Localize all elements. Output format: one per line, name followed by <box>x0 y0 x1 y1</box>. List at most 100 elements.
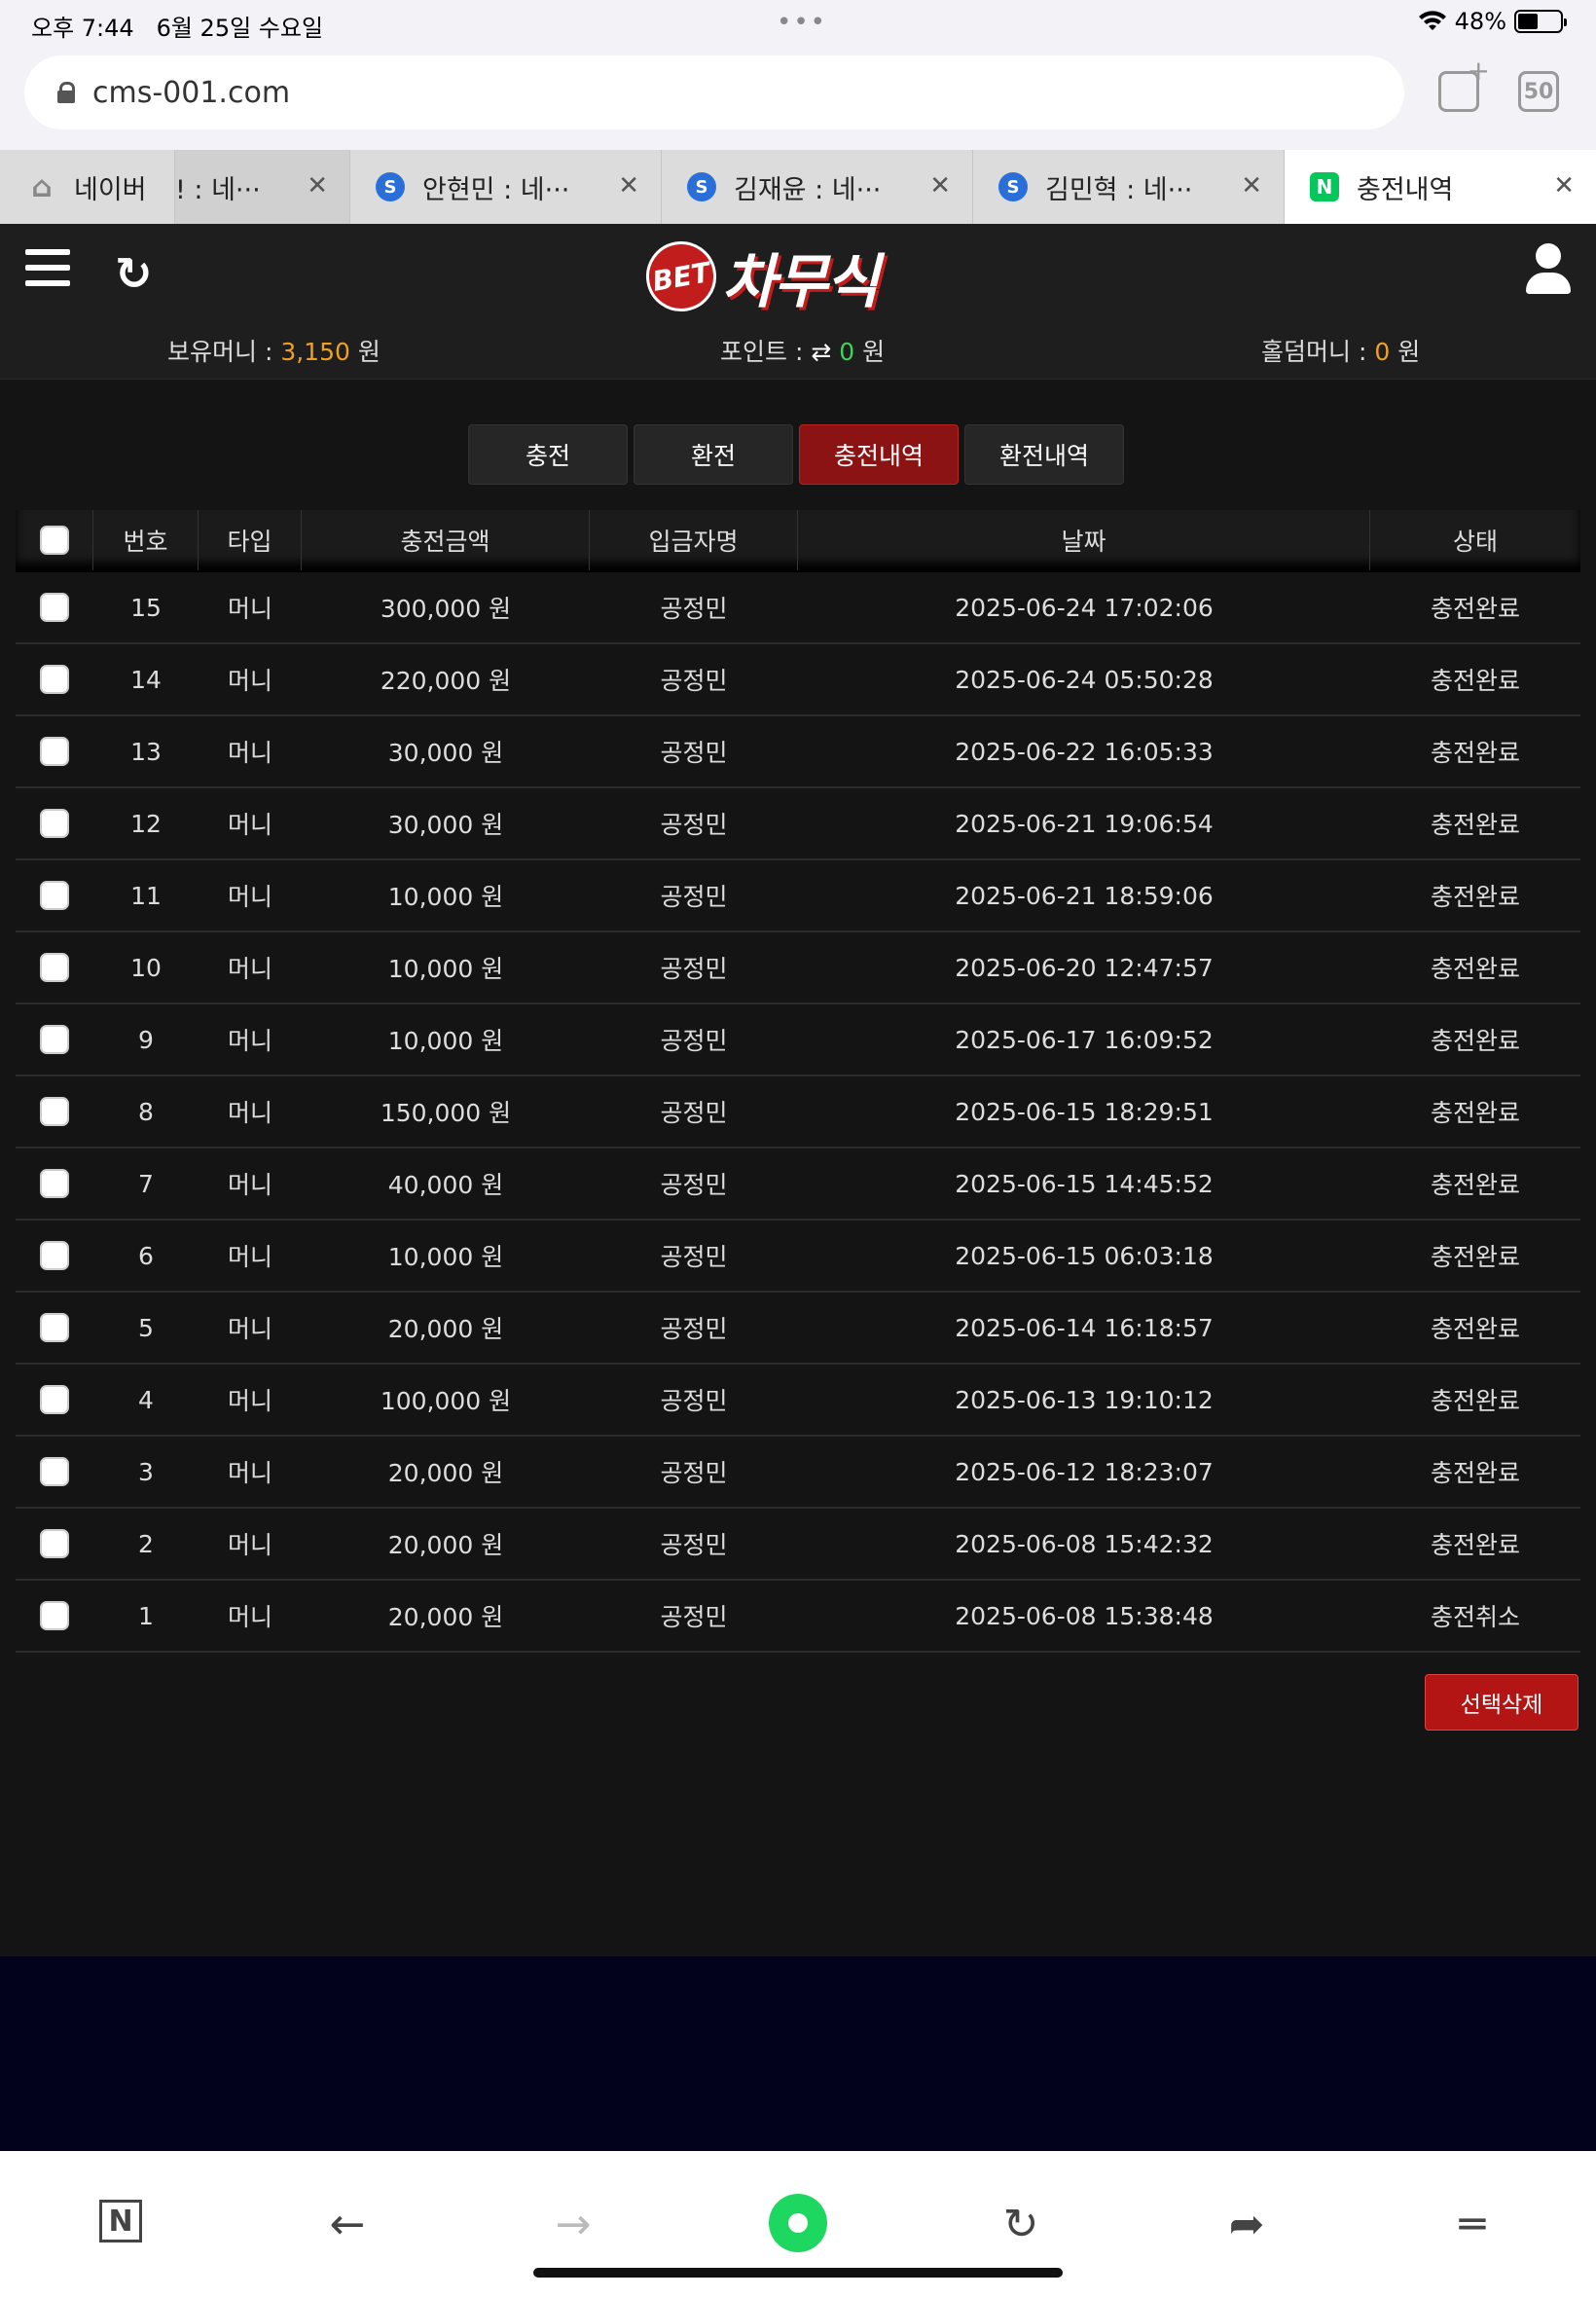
close-icon[interactable]: ✕ <box>1553 171 1575 201</box>
back-arrow-icon[interactable]: ← <box>323 2200 372 2249</box>
row-checkbox[interactable] <box>40 1025 69 1054</box>
row-number: 11 <box>130 881 162 910</box>
row-status: 충전완료 <box>1430 1171 1520 1199</box>
row-amount: 300,000 원 <box>380 595 512 623</box>
row-checkbox[interactable] <box>40 1097 69 1126</box>
new-tab-icon[interactable] <box>1438 55 1490 112</box>
tab-partial[interactable]: ! : 네··· ✕ <box>175 150 350 224</box>
row-type: 머니 <box>227 667 272 695</box>
close-icon[interactable]: ✕ <box>1241 171 1262 201</box>
row-number: 4 <box>138 1385 154 1414</box>
row-checkbox[interactable] <box>40 1241 69 1270</box>
row-checkbox[interactable] <box>40 881 69 910</box>
row-status: 충전완료 <box>1430 883 1520 911</box>
status-time: 오후 7:44 6월 25일 수요일 <box>31 15 324 42</box>
row-checkbox-cell <box>16 1076 93 1147</box>
row-amount: 30,000 원 <box>387 811 504 839</box>
row-checkbox-cell <box>16 644 93 714</box>
s-site-icon: S <box>376 172 405 201</box>
close-icon[interactable]: ✕ <box>618 171 639 201</box>
header-number: 번호 <box>93 510 199 570</box>
close-icon[interactable]: ✕ <box>929 171 951 201</box>
row-amount: 10,000 원 <box>387 955 504 983</box>
row-checkbox[interactable] <box>40 1169 69 1198</box>
row-checkbox-cell <box>16 1004 93 1075</box>
tab-exchange[interactable]: 환전 <box>634 424 793 485</box>
row-checkbox[interactable] <box>40 1529 69 1558</box>
row-type: 머니 <box>227 1099 272 1127</box>
tab-4[interactable]: S 김민혁 : 네··· ✕ <box>973 150 1285 224</box>
lock-icon <box>57 82 75 103</box>
tab-count-button[interactable]: 50 <box>1518 71 1559 112</box>
refresh-icon[interactable]: ↻ <box>115 247 153 300</box>
select-all-checkbox[interactable] <box>39 526 69 555</box>
row-number: 7 <box>138 1169 154 1198</box>
row-type: 머니 <box>227 811 272 839</box>
naver-n-icon[interactable]: N <box>99 2200 142 2242</box>
table-row: 5 머니 20,000 원 공정민 2025-06-14 16:18:57 충전완료 <box>16 1293 1580 1365</box>
url-field[interactable]: cms-001.com <box>24 55 1404 129</box>
row-number: 13 <box>130 737 162 766</box>
row-status: 충전완료 <box>1430 811 1520 839</box>
row-checkbox[interactable] <box>40 1601 69 1630</box>
header-depositor: 입금자명 <box>590 510 798 570</box>
row-checkbox-cell <box>16 1581 93 1651</box>
battery-icon <box>1514 10 1567 33</box>
tab-active-charge-history[interactable]: N 충전내역 ✕ <box>1285 150 1596 224</box>
row-number: 12 <box>130 809 162 838</box>
footer-band <box>0 1956 1596 2151</box>
row-amount: 100,000 원 <box>380 1387 512 1415</box>
row-status: 충전취소 <box>1430 1603 1520 1631</box>
row-checkbox[interactable] <box>40 1313 69 1342</box>
row-type: 머니 <box>227 595 272 623</box>
row-checkbox[interactable] <box>40 953 69 982</box>
row-checkbox-cell <box>16 932 93 1003</box>
menu-icon[interactable] <box>25 249 70 290</box>
row-checkbox[interactable] <box>40 1385 69 1414</box>
row-date: 2025-06-15 18:29:51 <box>955 1097 1214 1126</box>
table-row: 7 머니 40,000 원 공정민 2025-06-15 14:45:52 충전완료 <box>16 1148 1580 1221</box>
logo-bet: BET <box>640 236 722 317</box>
menu-lines-icon[interactable]: ═ <box>1448 2200 1497 2249</box>
row-checkbox[interactable] <box>40 1457 69 1486</box>
table-row: 11 머니 10,000 원 공정민 2025-06-21 18:59:06 충전완료 <box>16 860 1580 932</box>
tab-naver-home[interactable]: ⌂ 네이버 <box>0 150 175 224</box>
row-depositor: 공정민 <box>660 1099 728 1127</box>
share-icon[interactable]: ➦ <box>1222 2200 1271 2249</box>
table-row: 4 머니 100,000 원 공정민 2025-06-13 19:10:12 충전완료 <box>16 1365 1580 1437</box>
tab-exchange-history[interactable]: 환전내역 <box>964 424 1124 485</box>
status-bar: 오후 7:44 6월 25일 수요일 ••• 48% <box>0 0 1596 45</box>
header-amount: 충전금액 <box>302 510 590 570</box>
logo-name: 차무식 <box>722 247 880 316</box>
table-row: 12 머니 30,000 원 공정민 2025-06-21 19:06:54 충전완료 <box>16 788 1580 860</box>
site-logo[interactable]: BET 차무식 <box>640 236 880 317</box>
row-type: 머니 <box>227 1243 272 1271</box>
row-depositor: 공정민 <box>660 1171 728 1199</box>
table-row: 6 머니 10,000 원 공정민 2025-06-15 06:03:18 충전완료 <box>16 1221 1580 1293</box>
row-checkbox[interactable] <box>40 809 69 838</box>
tab-label: 안현민 : 네··· <box>422 174 570 205</box>
row-checkbox[interactable] <box>40 665 69 694</box>
s-site-icon: S <box>998 172 1028 201</box>
green-dot-icon[interactable] <box>769 2194 827 2252</box>
row-checkbox-cell <box>16 572 93 642</box>
row-depositor: 공정민 <box>660 1315 728 1343</box>
multitask-dots-icon[interactable]: ••• <box>777 8 827 37</box>
user-icon[interactable] <box>1526 243 1571 296</box>
site-header: ↻ BET 차무식 보유머니 : 3,150 원 포인트 : ⇄ 0 원 홀덤머… <box>0 224 1596 380</box>
row-checkbox[interactable] <box>40 737 69 766</box>
forward-arrow-icon[interactable]: → <box>549 2200 598 2249</box>
row-checkbox-cell <box>16 788 93 858</box>
delete-selected-button[interactable]: 선택삭제 <box>1425 1674 1578 1731</box>
close-icon[interactable]: ✕ <box>307 171 328 201</box>
tab-3[interactable]: S 김재윤 : 네··· ✕ <box>662 150 973 224</box>
reload-icon[interactable]: ↻ <box>997 2200 1045 2249</box>
tab-strip: ⌂ 네이버 ! : 네··· ✕ S 안현민 : 네··· ✕ S 김재윤 : … <box>0 150 1596 224</box>
row-date: 2025-06-22 16:05:33 <box>955 737 1214 766</box>
row-date: 2025-06-15 14:45:52 <box>955 1169 1214 1198</box>
tab-2[interactable]: S 안현민 : 네··· ✕ <box>350 150 662 224</box>
row-checkbox[interactable] <box>40 593 69 622</box>
tab-charge[interactable]: 충전 <box>468 424 628 485</box>
tab-charge-history[interactable]: 충전내역 <box>799 424 959 485</box>
row-status: 충전완료 <box>1430 955 1520 983</box>
